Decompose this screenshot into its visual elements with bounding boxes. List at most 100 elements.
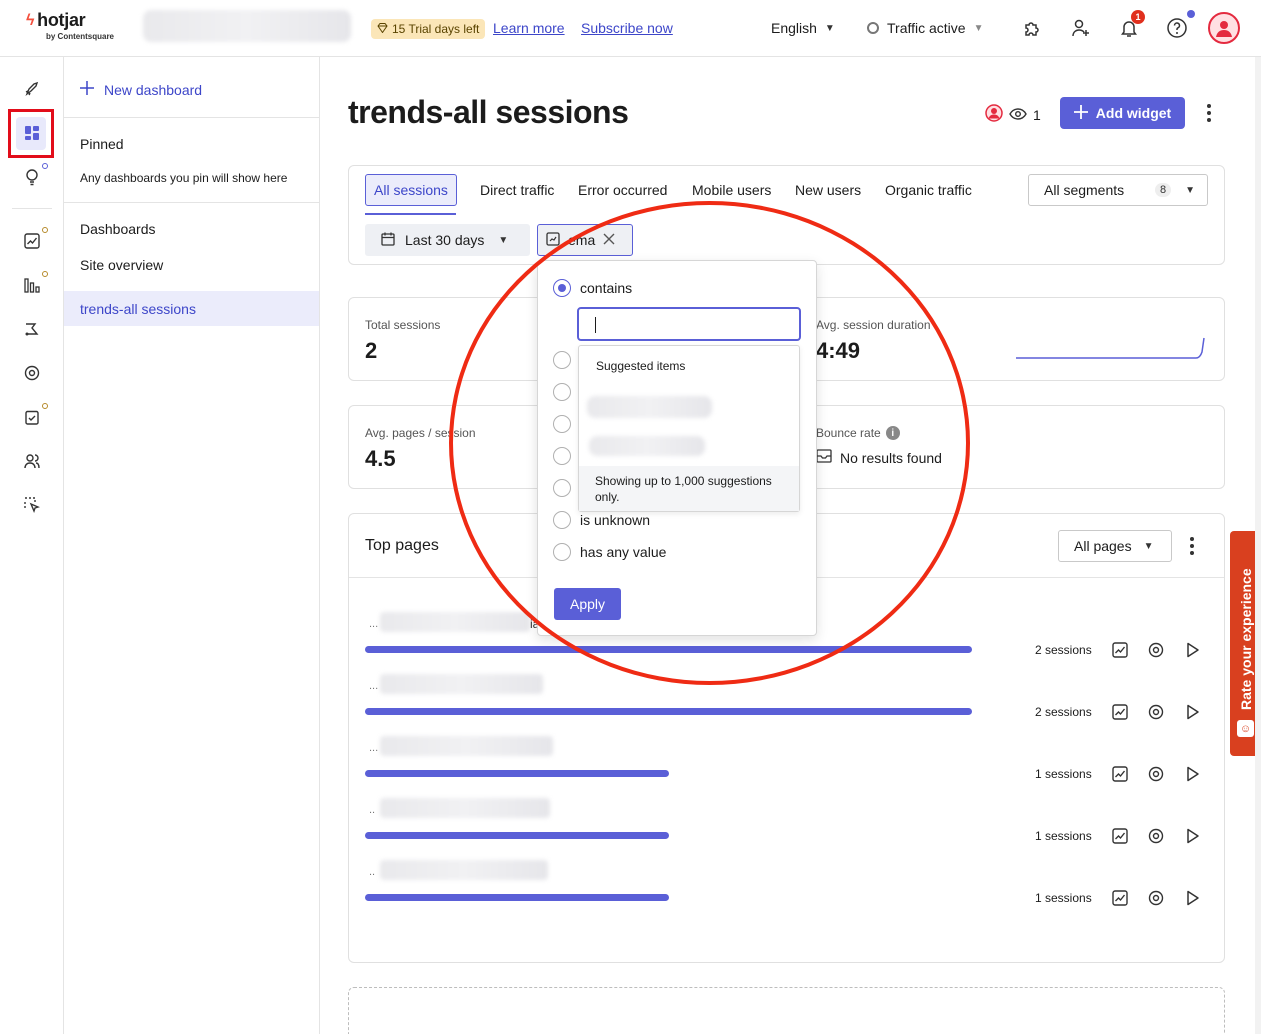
play-recording-icon[interactable]	[1184, 889, 1202, 907]
sidebar-item-trends-all-sessions[interactable]: trends-all sessions	[64, 291, 319, 326]
play-recording-icon[interactable]	[1184, 703, 1202, 721]
top-pages-more-menu-icon[interactable]	[1182, 536, 1202, 556]
traffic-status-label: Traffic active	[887, 20, 966, 36]
page-url-blurred[interactable]	[380, 674, 543, 694]
page-url-blurred[interactable]	[380, 798, 550, 818]
tab-mobile-users[interactable]: Mobile users	[692, 174, 771, 206]
email-filter-label: ema	[568, 232, 596, 248]
add-widget-button[interactable]: Add widget	[1060, 97, 1185, 129]
info-icon[interactable]: i	[885, 426, 900, 440]
page-url-prefix: ...	[369, 742, 379, 754]
feedback-bubble-icon[interactable]	[1147, 889, 1165, 907]
users-icon[interactable]	[22, 451, 42, 471]
heatmaps-bars-icon[interactable]	[22, 271, 48, 295]
notification-count-badge: 1	[1131, 10, 1145, 24]
page-scrollbar[interactable]	[1255, 57, 1261, 1034]
traffic-status-select[interactable]: Traffic active ▼	[867, 20, 984, 36]
new-indicator-dot	[42, 271, 48, 277]
page-url-blurred[interactable]	[380, 860, 548, 880]
integrations-puzzle-icon[interactable]	[1020, 16, 1044, 40]
dashboard-more-menu-icon[interactable]	[1199, 103, 1219, 123]
logo-text: hotjar	[37, 10, 86, 30]
radio-is-unknown-label: is unknown	[580, 512, 651, 528]
plus-icon	[80, 81, 94, 98]
page-sessions-count: 2 sessions	[1035, 705, 1092, 719]
radio-option[interactable]	[553, 415, 571, 433]
play-recording-icon[interactable]	[1184, 765, 1202, 783]
radio-is-unknown[interactable]	[553, 511, 571, 529]
radio-has-any-value[interactable]	[553, 543, 571, 561]
new-dashboard-button[interactable]: New dashboard	[80, 81, 202, 98]
language-select[interactable]: English ▼	[771, 20, 835, 36]
suggestions-title: Suggested items	[596, 359, 686, 373]
all-pages-select[interactable]: All pages ▼	[1058, 530, 1172, 562]
rocket-icon[interactable]	[22, 79, 42, 99]
tab-new-users[interactable]: New users	[795, 174, 861, 206]
cursor-select-icon[interactable]	[22, 495, 42, 515]
apply-button[interactable]: Apply	[554, 588, 621, 620]
page-url-blurred[interactable]	[380, 612, 530, 632]
subscribe-now-link[interactable]: Subscribe now	[581, 20, 673, 36]
suggestion-item-blurred[interactable]	[587, 396, 712, 418]
learn-more-link[interactable]: Learn more	[493, 20, 565, 36]
contains-text-input[interactable]	[577, 307, 801, 341]
email-filter-chip[interactable]: ema	[537, 224, 633, 256]
trends-chart-icon[interactable]	[1111, 889, 1129, 907]
feedback-bubble-icon[interactable]	[1147, 703, 1165, 721]
logo-subtitle: by Contentsquare	[46, 32, 115, 41]
trends-chart-icon[interactable]	[1111, 765, 1129, 783]
tab-organic-traffic[interactable]: Organic traffic	[885, 174, 972, 206]
page-url-blurred[interactable]	[380, 736, 553, 756]
radio-contains[interactable]	[553, 279, 571, 297]
empty-inbox-icon	[816, 449, 832, 466]
feedback-bubble-icon[interactable]	[1147, 765, 1165, 783]
radio-option[interactable]	[553, 351, 571, 369]
feedback-bubble-icon[interactable]	[1147, 827, 1165, 845]
date-range-filter[interactable]: Last 30 days ▼	[365, 224, 530, 256]
lightbulb-icon[interactable]	[22, 163, 48, 187]
segment-count-badge: 8	[1154, 183, 1172, 197]
all-segments-select[interactable]: All segments 8 ▼	[1028, 174, 1208, 206]
sessions-share-bar	[365, 708, 972, 715]
dashboards-heading: Dashboards	[80, 221, 156, 237]
diamond-icon	[377, 22, 388, 36]
radio-option[interactable]	[553, 447, 571, 465]
feedback-bubble-icon[interactable]	[22, 363, 42, 383]
site-selector-blurred[interactable]	[143, 10, 351, 42]
page-sessions-count: 2 sessions	[1035, 643, 1092, 657]
feedback-smile-icon: ☺	[1237, 720, 1254, 737]
sidebar-item-site-overview[interactable]: Site overview	[80, 257, 163, 273]
tab-all-sessions[interactable]: All sessions	[365, 174, 457, 206]
page-sessions-count: 1 sessions	[1035, 891, 1092, 905]
avg-pages-label: Avg. pages / session	[365, 426, 476, 440]
tab-direct-traffic[interactable]: Direct traffic	[480, 174, 554, 206]
radio-option[interactable]	[553, 383, 571, 401]
new-indicator-dot	[42, 163, 48, 169]
dashboard-viewers[interactable]: 1	[985, 104, 1041, 125]
invite-user-icon[interactable]	[1069, 16, 1093, 40]
suggestions-list: Suggested items Showing up to 1,000 sugg…	[578, 345, 800, 512]
help-icon[interactable]	[1165, 10, 1195, 40]
hotjar-logo[interactable]: ϟ hotjar by Contentsquare	[26, 10, 114, 41]
dashboards-sidebar: New dashboard Pinned Any dashboards you …	[64, 57, 320, 1034]
tab-error-occurred[interactable]: Error occurred	[578, 174, 667, 206]
trends-chart-icon[interactable]	[1111, 827, 1129, 845]
play-recording-icon[interactable]	[1184, 641, 1202, 659]
hotjar-flame-icon: ϟ	[26, 11, 35, 29]
feedback-bubble-icon[interactable]	[1147, 641, 1165, 659]
trends-chart-icon[interactable]	[22, 227, 48, 251]
user-avatar[interactable]	[1208, 12, 1240, 44]
dashboards-grid-icon[interactable]	[22, 123, 42, 143]
sessions-share-bar	[365, 894, 669, 901]
radio-option[interactable]	[553, 479, 571, 497]
avg-duration-value: 4:49	[816, 338, 861, 363]
trial-badge: 15 Trial days left	[371, 19, 486, 39]
suggestion-item-blurred[interactable]	[589, 436, 705, 456]
trends-chart-icon[interactable]	[1111, 641, 1129, 659]
play-recording-icon[interactable]	[1184, 827, 1202, 845]
recordings-icon[interactable]	[22, 319, 42, 339]
trends-chart-icon[interactable]	[1111, 703, 1129, 721]
close-icon[interactable]	[603, 232, 615, 248]
surveys-clipboard-icon[interactable]	[22, 403, 48, 427]
notifications-bell-icon[interactable]: 1	[1117, 10, 1145, 40]
